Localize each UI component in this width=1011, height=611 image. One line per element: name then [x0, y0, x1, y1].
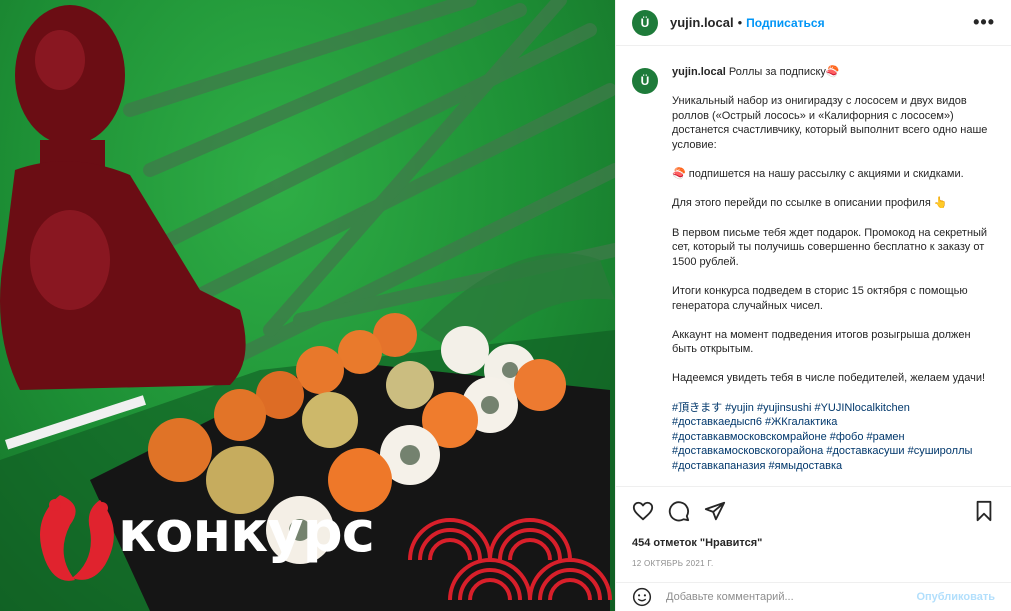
caption-title: Роллы за подписку🍣	[728, 66, 840, 78]
heart-icon[interactable]	[632, 500, 654, 522]
post-side-panel: Ü yujin.local • Подписаться ••• Ü yujin.…	[615, 0, 1011, 611]
avatar[interactable]: Ü	[632, 9, 658, 36]
share-icon[interactable]	[704, 500, 726, 522]
caption-hashtags[interactable]: #頂きます #yujin #yujinsushi #YUJINlocalkitc…	[672, 401, 995, 474]
separator-dot: •	[737, 15, 743, 30]
caption-paragraph-3: Для этого перейди по ссылке в описании п…	[672, 197, 948, 210]
caption-paragraph-5: Итоги конкурса подведем в сторис 15 октя…	[672, 284, 968, 312]
caption-paragraph-1: Уникальный набор из онигирадзу с лососем…	[672, 95, 988, 151]
caption-paragraph-2: 🍣 подпишется на нашу рассылку с акциями …	[672, 168, 964, 181]
more-icon[interactable]: •••	[973, 12, 995, 33]
caption-username[interactable]: yujin.local	[672, 66, 726, 78]
post-date: 12 октябрь 2021 г.	[632, 559, 714, 568]
action-icons	[632, 499, 995, 523]
caption-avatar[interactable]: Ü	[632, 68, 658, 94]
post-viewer: конкурс Ü yujin.local • Подписаться ••• …	[0, 0, 1011, 611]
caption-area: Ü yujin.local Роллы за подписку🍣 Уникаль…	[616, 47, 1011, 485]
caption-paragraph-6: Аккаунт на момент подведения итогов розы…	[672, 328, 971, 356]
caption-paragraph-4: В первом письме тебя ждет подарок. Промо…	[672, 226, 988, 268]
comment-form: Опубликовать	[616, 582, 1011, 611]
post-image[interactable]: конкурс	[0, 0, 615, 611]
contest-overlay-text: конкурс	[118, 500, 375, 565]
comment-icon[interactable]	[668, 500, 690, 522]
comment-input[interactable]	[666, 591, 917, 603]
username-link[interactable]: yujin.local	[670, 15, 734, 30]
follow-button[interactable]: Подписаться	[746, 16, 824, 30]
emoji-icon[interactable]	[632, 587, 652, 607]
caption-text: yujin.local Роллы за подписку🍣 Уникальны…	[672, 65, 995, 485]
likes-count[interactable]: 454 отметок "Нравится"	[632, 537, 995, 549]
post-header: Ü yujin.local • Подписаться •••	[616, 0, 1011, 46]
caption-paragraph-7: Надеемся увидеть тебя в числе победителе…	[672, 372, 986, 385]
post-actions: 454 отметок "Нравится" 12 октябрь 2021 г…	[616, 486, 1011, 596]
bookmark-icon[interactable]	[973, 500, 995, 522]
caption-row: Ü yujin.local Роллы за подписку🍣 Уникаль…	[632, 65, 995, 485]
post-comment-button[interactable]: Опубликовать	[916, 591, 995, 603]
